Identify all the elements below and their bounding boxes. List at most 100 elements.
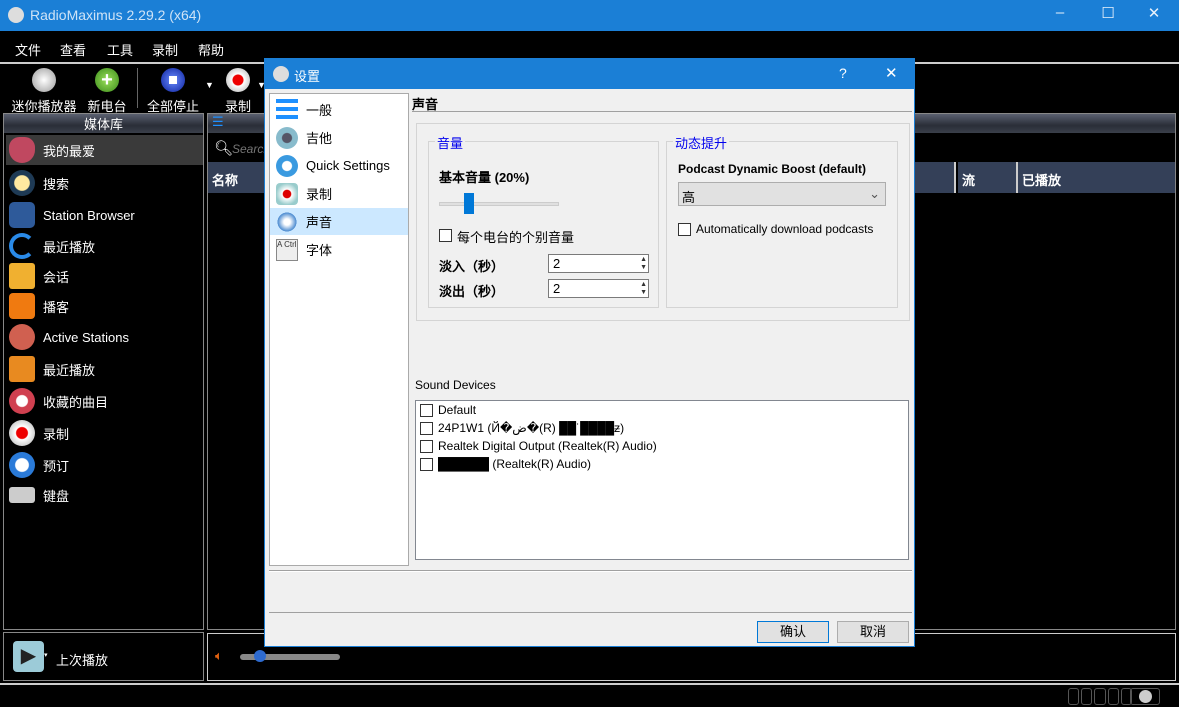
help-button[interactable]: ? (839, 65, 847, 81)
new-station-button[interactable]: + 新电台 (72, 66, 142, 115)
item-label: 键盘 (43, 488, 70, 504)
base-volume-slider-handle[interactable] (464, 193, 474, 214)
app-logo-icon (8, 7, 24, 23)
library-item-sessions[interactable]: 会话 (6, 261, 203, 291)
section-divider (412, 111, 912, 112)
record-button[interactable]: 录制 (203, 66, 273, 115)
device-checkbox[interactable] (420, 404, 433, 417)
menu-help[interactable]: 帮助 (198, 40, 224, 59)
maximize-button[interactable]: ☐ (1088, 4, 1128, 26)
spinner-arrows-icon[interactable]: ▲ ▼ (640, 256, 647, 272)
browser-icon (9, 202, 35, 228)
clock-icon (9, 452, 35, 478)
item-label: 会话 (43, 269, 70, 285)
volume-group: 音量 基本音量 (20%) 每个电台的个别音量 淡入（秒） 2 ▲ ▼ 淡出（秒） … (428, 133, 659, 308)
fade-in-spinner[interactable]: 2 ▲ ▼ (548, 254, 649, 273)
radio-icon (9, 324, 35, 350)
fade-out-label: 淡出（秒） (439, 284, 505, 299)
nav-label: 声音 (306, 215, 333, 230)
library-item-keyboard[interactable]: 键盘 (6, 480, 203, 510)
fade-out-spinner[interactable]: 2 ▲ ▼ (548, 279, 649, 298)
spinner-arrows-icon[interactable]: ▲ ▼ (640, 281, 647, 297)
search-icon: 🔍︎ (214, 140, 234, 157)
settings-dialog: 设置 ? ✕ 一般 吉他 Quick Settings 录制 声音 A Ctrl… (264, 58, 915, 647)
per-station-volume-checkbox[interactable] (439, 229, 452, 242)
library-item-podcasts[interactable]: 播客 (6, 291, 203, 321)
nav-general[interactable]: 一般 (270, 96, 408, 123)
item-label: 录制 (43, 426, 70, 442)
podcast-boost-select[interactable]: 高 ⌄ (678, 182, 886, 206)
last-played-label: 上次播放 (56, 653, 109, 668)
app-title: RadioMaximus 2.29.2 (x64) (30, 7, 202, 23)
library-item-recent-tracks[interactable]: 最近播放 (6, 354, 203, 384)
nav-label: 录制 (306, 187, 333, 202)
close-button[interactable]: ✕ (1134, 4, 1174, 26)
device-label: ██████ (Realtek(R) Audio) (438, 457, 592, 471)
status-bar (0, 683, 1179, 707)
font-icon: A Ctrl (276, 238, 298, 261)
menu-tools[interactable]: 工具 (107, 40, 133, 59)
library-item-recordings[interactable]: 录制 (6, 418, 203, 448)
menu-file[interactable]: 文件 (15, 40, 41, 59)
device-label: Default (438, 403, 477, 417)
music-icon (9, 356, 35, 382)
auto-download-label: Automatically download podcasts (696, 222, 874, 236)
nav-misc[interactable]: 吉他 (270, 124, 408, 151)
ok-button[interactable]: 确认 (757, 621, 829, 643)
dialog-close-button[interactable]: ✕ (885, 64, 898, 82)
item-label: 播客 (43, 299, 70, 315)
nav-label: Quick Settings (306, 158, 390, 173)
device-checkbox[interactable] (420, 458, 433, 471)
nav-fonts[interactable]: A Ctrl 字体 (270, 236, 408, 263)
dialog-title: 设置 (294, 69, 321, 84)
nav-recording[interactable]: 录制 (270, 180, 408, 207)
menu-record[interactable]: 录制 (152, 40, 178, 59)
library-item-scheduled[interactable]: 预订 (6, 450, 203, 480)
item-label: 搜索 (43, 176, 70, 192)
column-header-stream[interactable]: 流 (958, 162, 1018, 193)
history-icon (9, 233, 35, 259)
device-checkbox[interactable] (420, 422, 433, 435)
speaker-icon (276, 210, 298, 233)
level-meter (1068, 688, 1133, 705)
nav-sound[interactable]: 声音 (270, 208, 408, 235)
fade-in-value: 2 (553, 256, 561, 271)
settings-nav: 一般 吉他 Quick Settings 录制 声音 A Ctrl 字体 (269, 93, 409, 566)
last-played-panel: ▶ ▾ 上次播放 (3, 632, 204, 681)
podcast-boost-label: Podcast Dynamic Boost (default) (678, 162, 867, 176)
column-header-played[interactable]: 已播放 (1018, 162, 1175, 193)
speaker-icon[interactable]: 🔈︎ (215, 648, 223, 664)
molecule-icon (276, 126, 298, 149)
nav-quick-settings[interactable]: Quick Settings (270, 152, 408, 179)
library-item-station-browser[interactable]: Station Browser (6, 200, 203, 230)
record-icon (276, 182, 298, 205)
sound-devices-label: Sound Devices (415, 378, 496, 392)
sessions-icon (9, 263, 35, 289)
play-dropdown-arrow-icon[interactable]: ▾ (44, 651, 48, 659)
rss-icon (9, 293, 35, 319)
device-checkbox[interactable] (420, 440, 433, 453)
heart-badge-icon (9, 388, 35, 414)
auto-download-checkbox[interactable] (678, 223, 691, 236)
menu-view[interactable]: 查看 (60, 40, 86, 59)
dialog-title-bar: 设置 ? ✕ (265, 59, 914, 89)
item-label: 收藏的曲目 (43, 394, 109, 410)
network-status-button[interactable] (1130, 688, 1160, 705)
item-label: 最近播放 (43, 239, 96, 255)
record-icon (226, 68, 250, 92)
library-item-search[interactable]: 搜索 (6, 168, 203, 198)
volume-slider-handle[interactable] (254, 650, 266, 662)
base-volume-slider[interactable] (439, 202, 559, 206)
volume-group-title: 音量 (435, 133, 466, 152)
library-item-favorite-tracks[interactable]: 收藏的曲目 (6, 386, 203, 416)
stop-all-button[interactable]: 全部停止 (138, 66, 208, 115)
minimize-button[interactable]: – (1040, 4, 1080, 26)
mini-player-button[interactable]: 迷你播放器 (9, 66, 79, 115)
library-item-recent[interactable]: 最近播放 (6, 231, 203, 261)
fade-in-label: 淡入（秒） (439, 259, 505, 274)
library-item-favorites[interactable]: 我的最爱 (6, 135, 203, 165)
library-item-active-stations[interactable]: Active Stations (6, 322, 203, 352)
base-volume-label: 基本音量 (20%) (439, 170, 530, 185)
play-button[interactable]: ▶ (13, 641, 44, 672)
cancel-button[interactable]: 取消 (837, 621, 909, 643)
